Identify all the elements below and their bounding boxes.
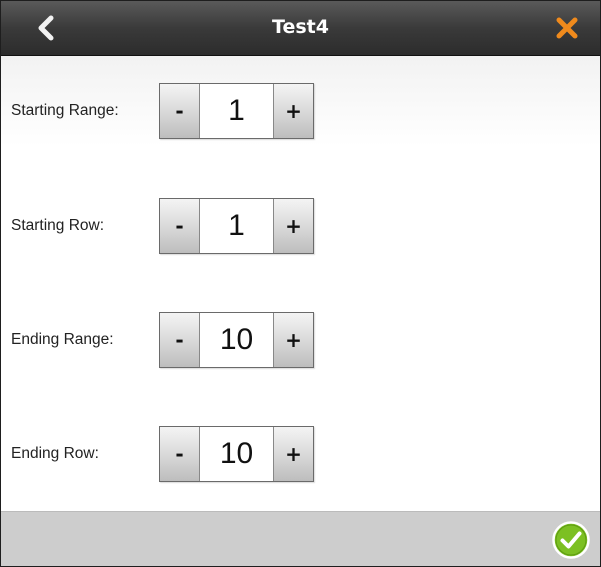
confirm-button[interactable] (552, 521, 590, 559)
checkmark-circle-icon (552, 521, 590, 559)
starting-range-label: Starting Range: (11, 102, 119, 119)
ending-row-decrement-button[interactable]: - (160, 427, 200, 481)
ending-row-label: Ending Row: (11, 445, 99, 462)
close-icon (556, 17, 578, 39)
ending-range-label: Ending Range: (11, 331, 114, 348)
starting-row-stepper: - + (159, 198, 314, 254)
starting-range-row: Starting Range: - + (1, 83, 600, 139)
settings-form: Starting Range: - + Starting Row: - + En… (1, 56, 600, 511)
page-title: Test4 (272, 16, 329, 38)
dialog-window: Test4 Starting Range: - + Starting Row: … (0, 0, 601, 567)
starting-row-label: Starting Row: (11, 217, 105, 234)
starting-row-row: Starting Row: - + (1, 198, 600, 254)
starting-row-decrement-button[interactable]: - (160, 199, 200, 253)
footer-bar (1, 511, 600, 566)
ending-range-decrement-button[interactable]: - (160, 313, 200, 367)
ending-range-increment-button[interactable]: + (273, 313, 313, 367)
ending-row-increment-button[interactable]: + (273, 427, 313, 481)
starting-range-increment-button[interactable]: + (273, 84, 313, 138)
starting-row-increment-button[interactable]: + (273, 199, 313, 253)
ending-range-row: Ending Range: - + (1, 312, 600, 368)
ending-range-input[interactable] (201, 315, 272, 365)
starting-range-input[interactable] (201, 86, 272, 136)
ending-row-stepper: - + (159, 426, 314, 482)
ending-range-stepper: - + (159, 312, 314, 368)
starting-row-input[interactable] (201, 201, 272, 251)
close-button[interactable] (548, 9, 586, 47)
ending-row-row: Ending Row: - + (1, 426, 600, 482)
starting-range-decrement-button[interactable]: - (160, 84, 200, 138)
starting-range-stepper: - + (159, 83, 314, 139)
title-bar: Test4 (1, 1, 600, 56)
ending-row-input[interactable] (201, 429, 272, 479)
